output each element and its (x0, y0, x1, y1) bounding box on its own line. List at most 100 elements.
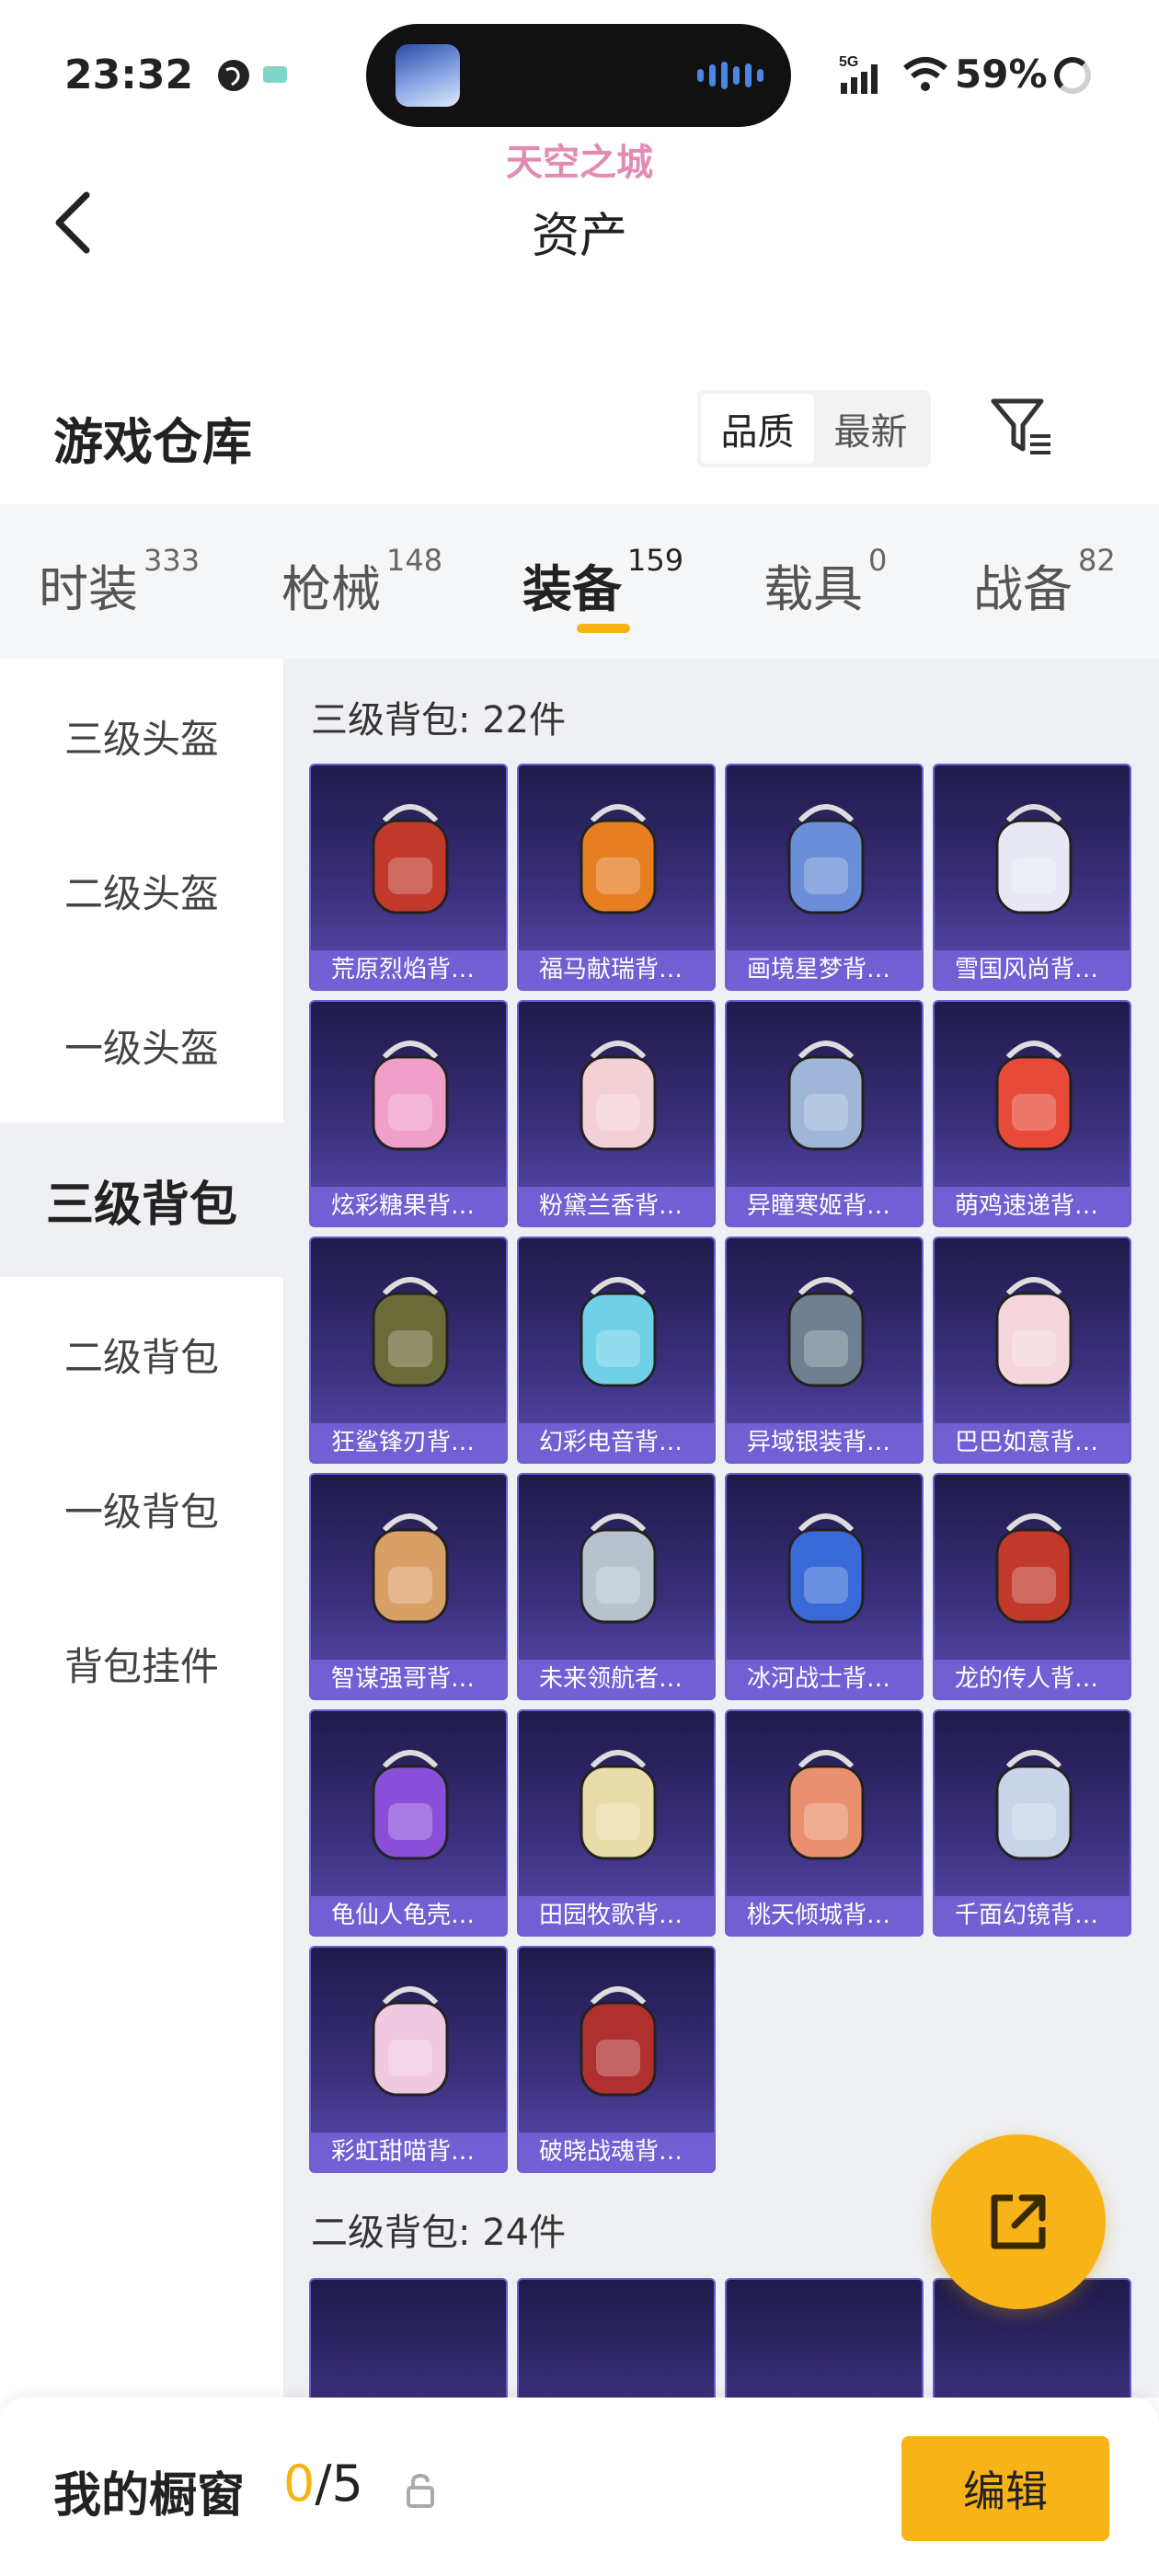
sort-quality-button[interactable]: 品质 (701, 394, 814, 464)
media-thumbnail (396, 44, 460, 107)
item-name: 异瞳寒姬背… (727, 1187, 922, 1225)
item-card[interactable]: 异瞳寒姬背… (725, 1000, 924, 1227)
item-card[interactable]: 雪国风尚背… (933, 764, 1131, 991)
backpack-icon (580, 804, 657, 914)
backpack-icon (580, 1277, 657, 1387)
item-name: 画境星梦背… (727, 950, 922, 989)
backpack-icon (995, 1041, 1073, 1151)
tab-guns[interactable]: 枪械 148 (281, 543, 442, 621)
item-card[interactable]: 萌鸡速递背… (933, 1000, 1131, 1227)
tab-label: 战备 (973, 560, 1073, 618)
item-name: 荒原烈焰背… (311, 950, 506, 989)
item-name: 彩虹甜喵背… (311, 2133, 506, 2171)
item-card[interactable]: 福马献瑞背… (517, 764, 716, 991)
wifi-icon (903, 57, 947, 91)
tab-equipment[interactable]: 装备 159 (522, 543, 683, 621)
sort-newest-button[interactable]: 最新 (814, 394, 927, 464)
side-item-helmet-2[interactable]: 二级头盔 (0, 813, 283, 968)
backpack-icon (372, 1750, 449, 1860)
item-card[interactable]: 智谋强哥背… (309, 1473, 508, 1700)
item-card[interactable] (517, 2278, 716, 2398)
lock-icon (407, 2473, 434, 2508)
tab-count: 159 (627, 543, 684, 578)
backpack-icon (372, 1041, 449, 1151)
item-card[interactable]: 千面幻镜背… (933, 1709, 1131, 1937)
item-grid-backpack-3: 荒原烈焰背… 福马献瑞背… 画境星梦背… 雪国风尚背… 炫彩糖果背… 粉黛兰香背… 异瞳寒姬… (309, 764, 1142, 2173)
dynamic-island[interactable] (366, 24, 791, 127)
group-title-backpack-2: 二级背包: 24件 (311, 2212, 567, 2254)
item-card[interactable]: 破晓战魂背… (517, 1946, 716, 2173)
showcase-total: /5 (315, 2455, 363, 2513)
item-name: 幻彩电音背… (519, 1423, 714, 1462)
item-name: 狂鲨锋刃背… (311, 1423, 506, 1462)
item-card[interactable]: 田园牧歌背… (517, 1709, 716, 1937)
backpack-icon (995, 804, 1073, 914)
audio-wave-icon (697, 61, 763, 90)
backpack-icon (787, 1277, 865, 1387)
item-name: 雪国风尚背… (935, 950, 1130, 989)
battery-icon (1054, 57, 1091, 94)
item-name: 龟仙人龟壳… (311, 1896, 506, 1935)
backpack-icon (787, 1750, 865, 1860)
item-card[interactable]: 巴巴如意背… (933, 1236, 1131, 1464)
item-card[interactable]: 粉黛兰香背… (517, 1000, 716, 1227)
tab-fashion[interactable]: 时装 333 (39, 543, 200, 621)
side-item-helmet-3[interactable]: 三级头盔 (0, 659, 283, 813)
backpack-icon (580, 1986, 657, 2097)
tab-supplies[interactable]: 战备 82 (973, 543, 1116, 621)
item-card[interactable]: 桃天倾城背… (725, 1709, 924, 1937)
network-label: 5G (839, 54, 858, 70)
item-card[interactable]: 异域银装背… (725, 1236, 924, 1464)
backpack-icon (372, 1513, 449, 1624)
backpack-icon (580, 1750, 657, 1860)
backpack-icon (372, 1277, 449, 1387)
backpack-icon (580, 1041, 657, 1151)
item-name: 千面幻镜背… (935, 1896, 1130, 1935)
share-button[interactable] (931, 2134, 1106, 2309)
item-name: 福马献瑞背… (519, 950, 714, 989)
item-card[interactable]: 幻彩电音背… (517, 1236, 716, 1464)
item-card[interactable]: 未来领航者… (517, 1473, 716, 1700)
item-card[interactable]: 荒原烈焰背… (309, 764, 508, 991)
showcase-label: 我的橱窗 (53, 2468, 246, 2524)
item-card[interactable]: 龟仙人龟壳… (309, 1709, 508, 1937)
active-tab-indicator (577, 624, 630, 633)
side-item-backpack-3[interactable]: 三级背包 (0, 1122, 283, 1277)
item-name: 破晓战魂背… (519, 2133, 714, 2171)
tab-count: 82 (1078, 543, 1116, 578)
item-card[interactable] (309, 2278, 508, 2398)
item-name: 萌鸡速递背… (935, 1187, 1130, 1225)
item-name: 炫彩糖果背… (311, 1187, 506, 1225)
tab-label: 载具 (763, 560, 863, 618)
side-item-backpack-2[interactable]: 二级背包 (0, 1277, 283, 1432)
signal-icon: 5G (839, 54, 878, 94)
side-item-backpack-pendant[interactable]: 背包挂件 (0, 1586, 283, 1741)
tab-label: 时装 (39, 560, 138, 618)
item-name: 巴巴如意背… (935, 1423, 1130, 1462)
item-card[interactable]: 彩虹甜喵背… (309, 1946, 508, 2173)
item-card[interactable] (725, 2278, 924, 2398)
item-name: 智谋强哥背… (311, 1660, 506, 1698)
side-item-backpack-1[interactable]: 一级背包 (0, 1432, 283, 1586)
category-tab-bar: 时装 333 枪械 148 装备 159 载具 0 战备 82 (0, 504, 1159, 659)
tab-vehicles[interactable]: 载具 0 (763, 543, 887, 621)
item-name: 桃天倾城背… (727, 1896, 922, 1935)
item-card[interactable]: 炫彩糖果背… (309, 1000, 508, 1227)
tab-count: 148 (386, 543, 443, 578)
backpack-icon (372, 804, 449, 914)
showcase-count: 0/5 (283, 2455, 363, 2513)
warehouse-title: 游戏仓库 (53, 413, 252, 471)
item-card[interactable]: 狂鲨锋刃背… (309, 1236, 508, 1464)
filter-icon[interactable] (988, 394, 1054, 460)
message-icon (263, 66, 287, 83)
item-card[interactable]: 龙的传人背… (933, 1473, 1131, 1700)
side-item-helmet-1[interactable]: 一级头盔 (0, 968, 283, 1122)
backpack-icon (787, 1041, 865, 1151)
item-card[interactable]: 冰河战士背… (725, 1473, 924, 1700)
side-nav: 三级头盔 二级头盔 一级头盔 三级背包 二级背包 一级背包 背包挂件 (0, 659, 283, 2398)
item-card[interactable]: 画境星梦背… (725, 764, 924, 991)
group-title-backpack-3: 三级背包: 22件 (311, 699, 567, 742)
backpack-icon (995, 1277, 1073, 1387)
edit-button[interactable]: 编辑 (901, 2436, 1109, 2541)
tab-count: 333 (143, 543, 201, 578)
